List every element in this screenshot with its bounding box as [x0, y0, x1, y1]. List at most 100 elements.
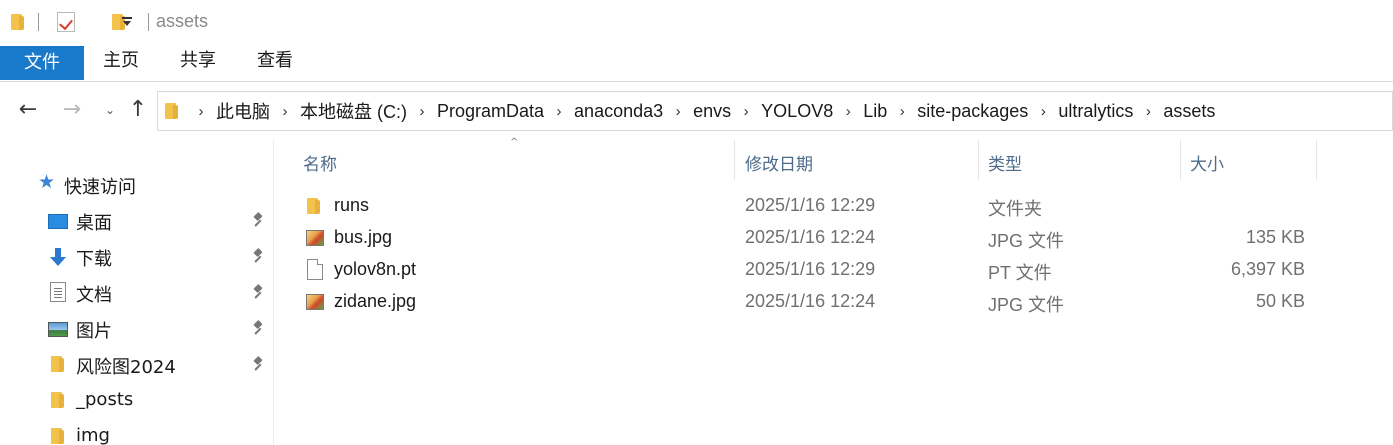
breadcrumb-item[interactable]: 此电脑: [214, 98, 272, 124]
file-date: 2025/1/16 12:29: [745, 259, 876, 279]
customize-dropdown-icon[interactable]: [120, 15, 134, 29]
desktop-icon: [48, 214, 68, 229]
breadcrumb-item[interactable]: ProgramData: [435, 101, 546, 122]
chevron-right-icon[interactable]: ›: [188, 103, 214, 120]
column-header-name[interactable]: 名称: [303, 150, 337, 175]
breadcrumb-item[interactable]: ultralytics: [1056, 101, 1135, 122]
pin-icon[interactable]: [251, 284, 265, 300]
pin-icon[interactable]: [251, 248, 265, 264]
column-divider[interactable]: [1316, 140, 1317, 180]
toolbar-divider: [148, 13, 149, 31]
folder-icon: [50, 390, 66, 410]
breadcrumb-item[interactable]: site-packages: [915, 101, 1030, 122]
forward-button[interactable]: →: [58, 96, 86, 124]
sidebar-item-risk-map-2024[interactable]: 风险图2024: [0, 348, 274, 380]
sidebar-item-pictures[interactable]: 图片: [0, 312, 274, 344]
pictures-icon: [48, 322, 68, 337]
table-row[interactable]: yolov8n.pt 2025/1/16 12:29 PT 文件 6,397 K…: [290, 254, 1330, 286]
address-bar[interactable]: › 此电脑 › 本地磁盘 (C:) › ProgramData › anacon…: [157, 91, 1393, 131]
file-type: 文件夹: [988, 199, 1042, 219]
sidebar-item-desktop[interactable]: 桌面: [0, 204, 274, 236]
breadcrumb-item[interactable]: assets: [1161, 101, 1217, 122]
tab-share[interactable]: 共享: [180, 44, 216, 78]
image-file-icon: [306, 230, 324, 246]
chevron-right-icon[interactable]: ›: [665, 103, 691, 120]
file-name: bus.jpg: [334, 227, 393, 247]
file-list: ^ 名称 修改日期 类型 大小 runs 2025/1/16 12:29 文件夹…: [290, 137, 1393, 445]
file-date: 2025/1/16 12:24: [745, 291, 876, 311]
chevron-right-icon[interactable]: ›: [546, 103, 572, 120]
back-button[interactable]: ←: [14, 96, 42, 124]
sort-ascending-icon: ^: [510, 137, 519, 148]
breadcrumb-item[interactable]: envs: [691, 101, 733, 122]
table-row[interactable]: bus.jpg 2025/1/16 12:24 JPG 文件 135 KB: [290, 222, 1330, 254]
sidebar-item-quick-access[interactable]: ★ 快速访问: [0, 168, 274, 200]
tab-file[interactable]: 文件: [0, 46, 84, 80]
sidebar-item-label: 桌面: [76, 213, 112, 234]
toolbar-divider: [38, 13, 39, 31]
file-icon: [307, 259, 323, 280]
chevron-right-icon[interactable]: ›: [889, 103, 915, 120]
chevron-right-icon[interactable]: ›: [272, 103, 298, 120]
column-divider[interactable]: [1180, 140, 1181, 180]
tab-home[interactable]: 主页: [103, 44, 139, 78]
pin-icon[interactable]: [251, 212, 265, 228]
sidebar-item-label: 文档: [76, 285, 112, 306]
table-row[interactable]: runs 2025/1/16 12:29 文件夹: [290, 190, 1330, 222]
folder-icon: [164, 101, 180, 121]
tab-view[interactable]: 查看: [257, 44, 293, 78]
image-file-icon: [306, 294, 324, 310]
sidebar-item-posts[interactable]: _posts: [0, 384, 274, 416]
window-title: assets: [156, 11, 209, 31]
file-size: 135 KB: [1245, 227, 1305, 247]
navigation-pane: ★ 快速访问 桌面 下载 文档 图片 风险图2024 _posts img: [0, 140, 274, 445]
breadcrumb: › 此电脑 › 本地磁盘 (C:) › ProgramData › anacon…: [188, 92, 1217, 130]
sidebar-item-img[interactable]: img: [0, 420, 274, 445]
chevron-right-icon[interactable]: ›: [733, 103, 759, 120]
recent-locations-button[interactable]: ⌄: [96, 96, 124, 124]
column-header-size[interactable]: 大小: [1190, 150, 1224, 175]
pin-icon[interactable]: [251, 320, 265, 336]
up-button[interactable]: ↑: [124, 96, 152, 124]
properties-icon[interactable]: [57, 12, 75, 32]
folder-icon: [50, 426, 66, 445]
file-size: 6,397 KB: [1230, 259, 1305, 279]
download-icon: [48, 248, 68, 266]
chevron-right-icon[interactable]: ›: [409, 103, 435, 120]
breadcrumb-item[interactable]: anaconda3: [572, 101, 665, 122]
document-icon: [50, 282, 66, 302]
file-name: zidane.jpg: [334, 291, 417, 311]
column-header-type[interactable]: 类型: [988, 150, 1022, 175]
column-divider[interactable]: [734, 140, 735, 180]
star-icon: ★: [38, 171, 56, 193]
column-header-date-modified[interactable]: 修改日期: [745, 150, 813, 175]
file-date: 2025/1/16 12:29: [745, 195, 876, 215]
sidebar-item-downloads[interactable]: 下载: [0, 240, 274, 272]
column-divider[interactable]: [978, 140, 979, 180]
folder-icon: [306, 196, 322, 216]
file-size: 50 KB: [1255, 291, 1305, 311]
chevron-right-icon[interactable]: ›: [835, 103, 861, 120]
folder-icon: [50, 354, 66, 374]
folder-icon[interactable]: [10, 12, 26, 32]
breadcrumb-item[interactable]: 本地磁盘 (C:): [298, 98, 409, 124]
file-name: yolov8n.pt: [334, 259, 417, 279]
sidebar-item-documents[interactable]: 文档: [0, 276, 274, 308]
sidebar-item-label: _posts: [76, 389, 134, 410]
chevron-right-icon[interactable]: ›: [1135, 103, 1161, 120]
chevron-right-icon[interactable]: ›: [1030, 103, 1056, 120]
file-type: JPG 文件: [988, 231, 1065, 251]
table-row[interactable]: zidane.jpg 2025/1/16 12:24 JPG 文件 50 KB: [290, 286, 1330, 318]
ribbon-tabs: 文件 主页 共享 查看: [0, 44, 1393, 82]
file-type: PT 文件: [988, 263, 1052, 283]
navigation-bar: ← → ⌄ ↑ › 此电脑 › 本地磁盘 (C:) › ProgramData …: [0, 86, 1393, 134]
pin-icon[interactable]: [251, 356, 265, 372]
breadcrumb-item[interactable]: YOLOV8: [759, 101, 835, 122]
breadcrumb-item[interactable]: Lib: [861, 101, 889, 122]
file-type: JPG 文件: [988, 295, 1065, 315]
sidebar-item-label: img: [76, 425, 110, 445]
file-date: 2025/1/16 12:24: [745, 227, 876, 247]
sidebar-item-label: 下载: [76, 249, 112, 270]
file-name: runs: [334, 195, 370, 215]
sidebar-item-label: 快速访问: [64, 177, 136, 198]
